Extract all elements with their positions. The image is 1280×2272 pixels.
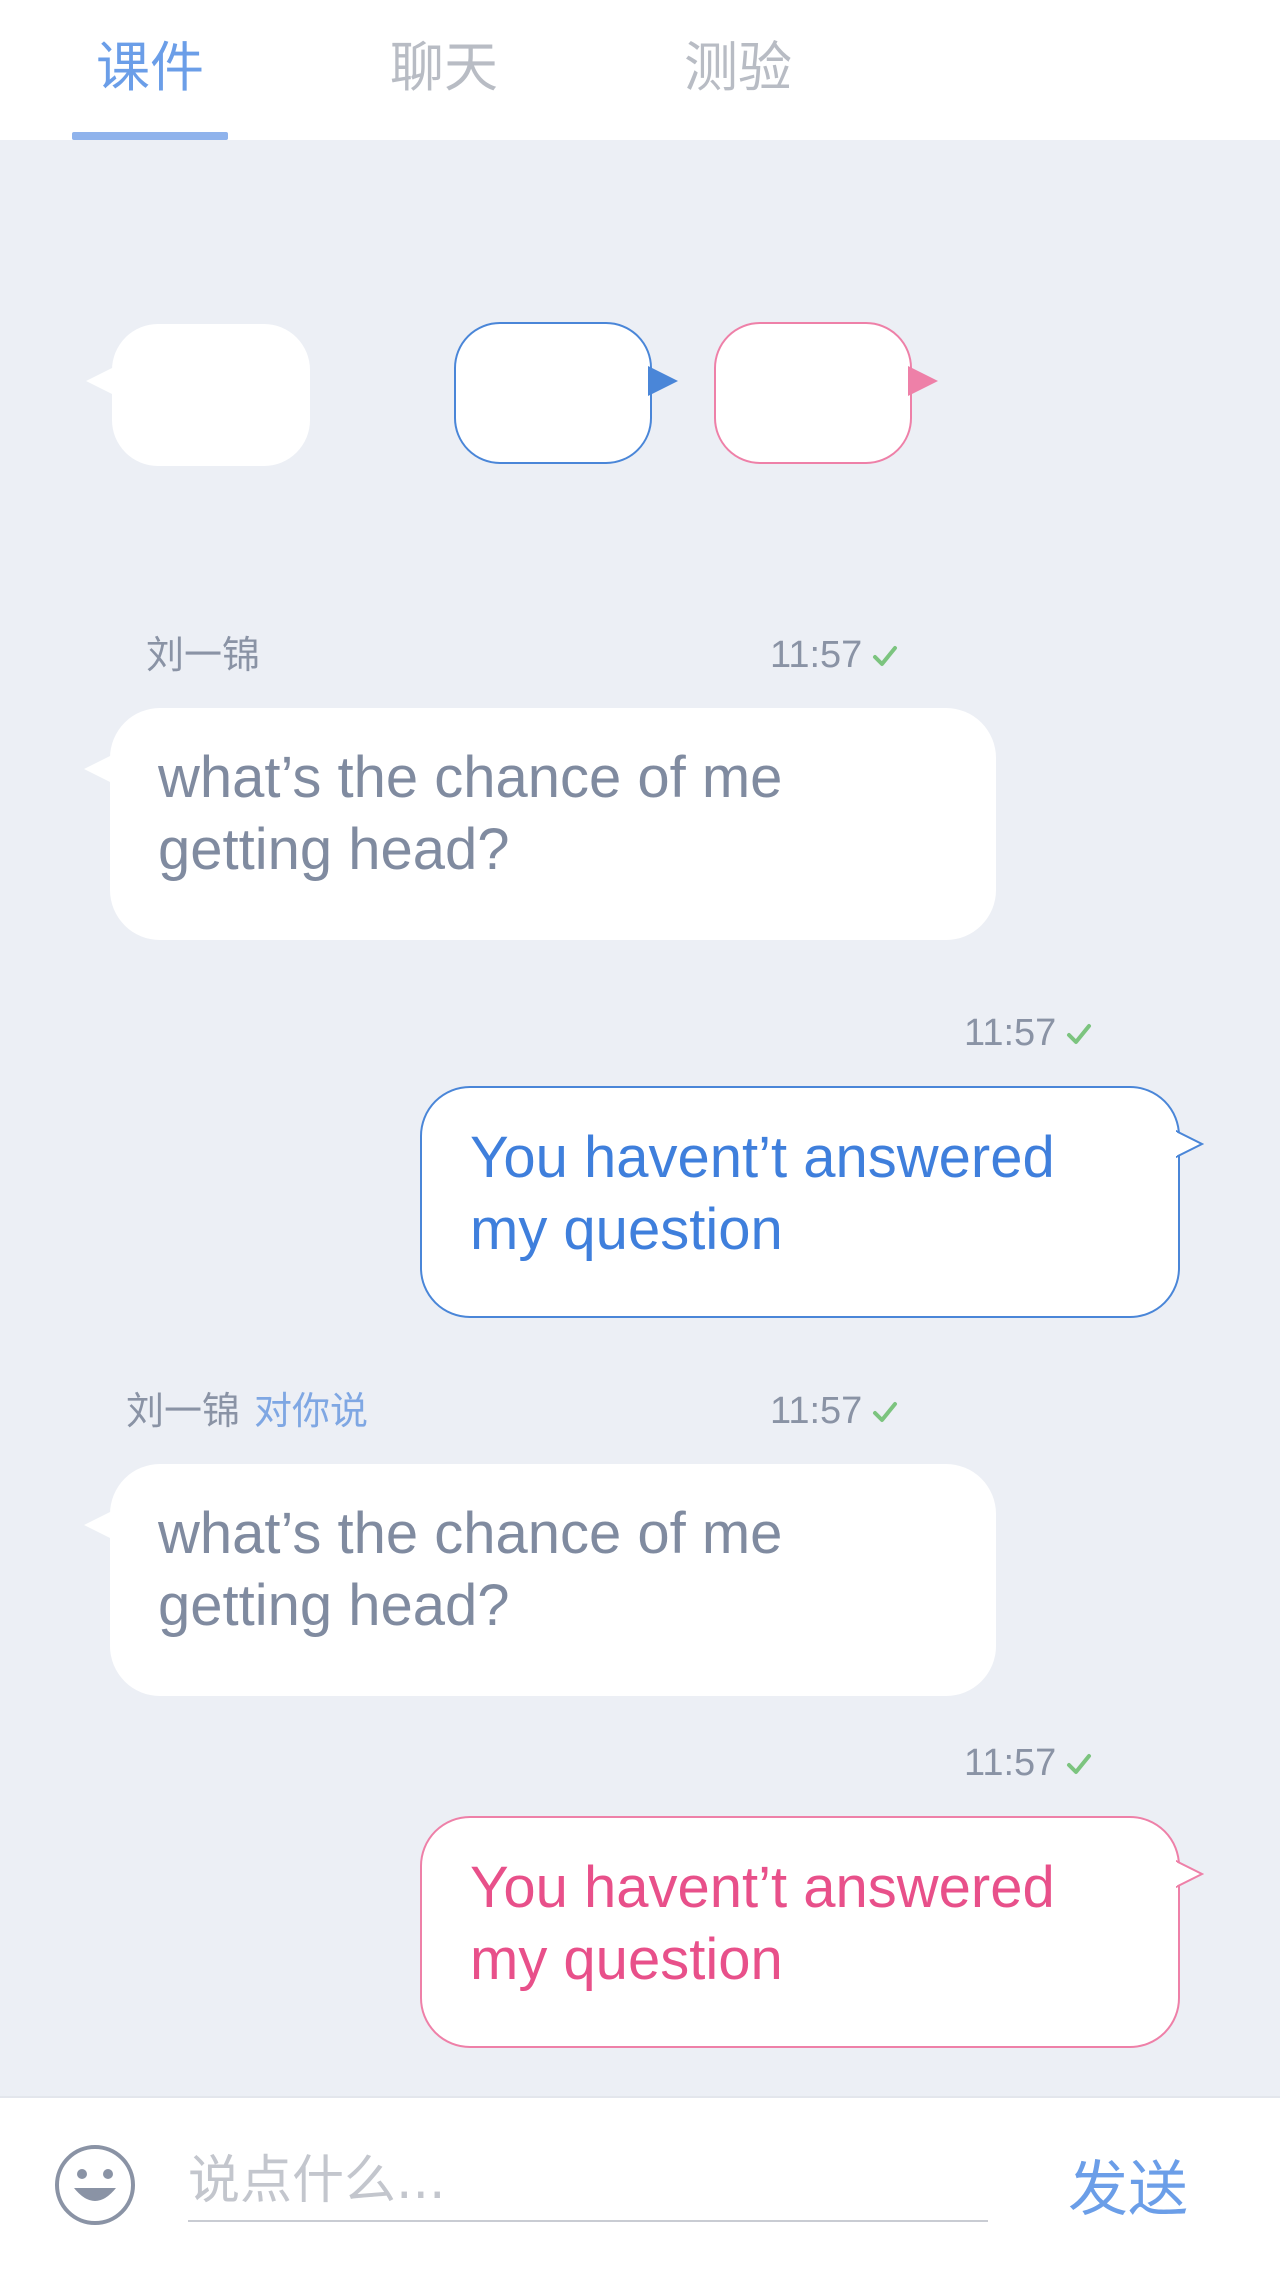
message-text-line: You havent’t answered xyxy=(470,1855,1055,1920)
sender-name: 刘一锦 xyxy=(126,1389,241,1433)
time-text: 11:57 xyxy=(964,1742,1057,1784)
check-icon xyxy=(873,1402,898,1422)
check-icon xyxy=(1067,1024,1092,1044)
message-text-line: what’s the chance of me xyxy=(158,745,783,810)
message-text-line: getting head? xyxy=(158,1573,510,1638)
message-time: 11:57 xyxy=(964,1008,1092,1058)
send-button[interactable]: 发送 xyxy=(1068,2150,1218,2230)
time-text: 11:57 xyxy=(964,1012,1057,1054)
bubble-tail xyxy=(84,754,114,784)
check-icon xyxy=(873,646,898,666)
message-bubble-outgoing-pink[interactable]: You havent’t answered my question xyxy=(420,1816,1204,2048)
bubble-tail xyxy=(908,366,938,396)
time-text: 11:57 xyxy=(770,634,863,676)
bubble-tail xyxy=(1176,1860,1204,1888)
message-bubble-outgoing-blue[interactable]: You havent’t answered my question xyxy=(420,1086,1204,1318)
message-input-bar: 发送 xyxy=(0,2096,1280,2272)
message-input[interactable] xyxy=(188,2142,988,2222)
sender-name: 刘一锦 xyxy=(146,633,261,677)
chat-area[interactable]: 刘一锦 11:57 what’s the chance of me gettin… xyxy=(0,140,1280,2096)
tab-chat[interactable]: 聊天 xyxy=(364,28,524,108)
smiley-icon[interactable] xyxy=(54,2144,136,2226)
bubble-tail xyxy=(1176,1130,1204,1158)
message-text-line: my question xyxy=(470,1927,783,1992)
active-tab-indicator xyxy=(72,132,228,140)
bubble-tail xyxy=(84,1510,114,1540)
sample-bubble-blue xyxy=(454,322,678,464)
message-text-line: You havent’t answered xyxy=(470,1125,1055,1190)
bubble-tail xyxy=(648,366,678,396)
sample-bubble-pink xyxy=(714,322,938,464)
tab-courseware[interactable]: 课件 xyxy=(70,28,230,108)
message-sender: 刘一锦 xyxy=(146,630,260,680)
tab-bar: 课件 聊天 测验 xyxy=(0,0,1280,140)
directed-to-you-label: 对你说 xyxy=(254,1389,369,1433)
message-text-line: getting head? xyxy=(158,817,510,882)
message-time: 11:57 xyxy=(964,1738,1092,1788)
sample-bubble-white xyxy=(86,324,310,466)
message-bubble-incoming[interactable]: what’s the chance of me getting head? xyxy=(84,1464,996,1696)
message-bubble-incoming[interactable]: what’s the chance of me getting head? xyxy=(84,708,996,940)
message-time: 11:57 xyxy=(770,1386,898,1436)
check-icon xyxy=(1067,1754,1092,1774)
message-text-line: my question xyxy=(470,1197,783,1262)
time-text: 11:57 xyxy=(770,1390,863,1432)
message-text-line: what’s the chance of me xyxy=(158,1501,783,1566)
bubble-tail xyxy=(86,366,116,396)
message-time: 11:57 xyxy=(770,630,898,680)
message-sender: 刘一锦 对你说 xyxy=(126,1386,368,1436)
tab-quiz[interactable]: 测验 xyxy=(658,28,818,108)
